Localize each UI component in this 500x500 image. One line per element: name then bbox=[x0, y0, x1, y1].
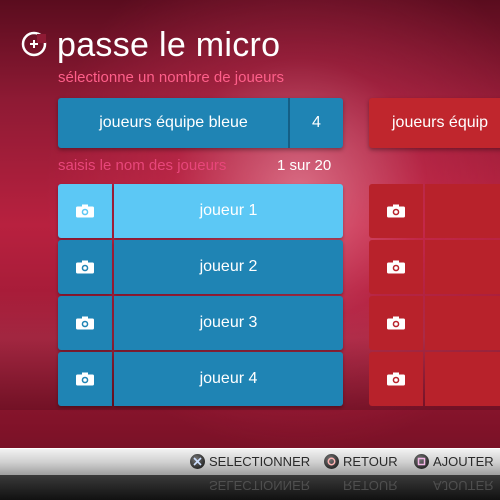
red-player-row-1[interactable] bbox=[369, 184, 500, 238]
select-label-reflection: SELECTIONNER bbox=[209, 478, 311, 493]
circle-button-icon bbox=[324, 454, 339, 469]
player-photo-button[interactable] bbox=[58, 240, 112, 294]
player-photo-button[interactable] bbox=[369, 184, 423, 238]
team-blue-player-count[interactable]: 4 bbox=[290, 98, 343, 148]
red-player-row-4[interactable] bbox=[369, 352, 500, 406]
player-name-field[interactable] bbox=[425, 240, 500, 294]
team-blue-selector[interactable]: joueurs équipe bleue 4 bbox=[58, 98, 343, 148]
player-name-field[interactable] bbox=[425, 184, 500, 238]
camera-icon bbox=[387, 372, 405, 386]
add-label: AJOUTER bbox=[433, 454, 494, 469]
select-prompt[interactable]: SELECTIONNER bbox=[190, 448, 310, 475]
player-photo-button[interactable] bbox=[58, 352, 112, 406]
select-label: SELECTIONNER bbox=[209, 454, 311, 469]
camera-icon bbox=[76, 260, 94, 274]
team-red-selector[interactable]: joueurs équip bbox=[369, 98, 500, 148]
player-photo-button[interactable] bbox=[369, 296, 423, 350]
player-name-field[interactable]: joueur 2 bbox=[114, 240, 343, 294]
back-label: RETOUR bbox=[343, 454, 398, 469]
red-player-row-3[interactable] bbox=[369, 296, 500, 350]
player-entry-counter: 1 sur 20 bbox=[277, 157, 332, 174]
team-red-name: joueurs équip bbox=[392, 114, 489, 131]
player-entry-label: saisis le nom des joueurs bbox=[58, 157, 227, 174]
player-row-4[interactable]: joueur 4 bbox=[58, 352, 343, 406]
player-name-field[interactable]: joueur 1 bbox=[114, 184, 343, 238]
player-photo-button[interactable] bbox=[369, 352, 423, 406]
cross-button-icon bbox=[190, 454, 205, 469]
camera-icon bbox=[387, 204, 405, 218]
camera-icon bbox=[76, 372, 94, 386]
player-row-1[interactable]: joueur 1 bbox=[58, 184, 343, 238]
red-player-row-2[interactable] bbox=[369, 240, 500, 294]
page-subtitle: sélectionne un nombre de joueurs bbox=[58, 69, 284, 86]
page-title: passe le micro bbox=[57, 26, 281, 64]
add-label-reflection: AJOUTER bbox=[433, 478, 494, 493]
camera-icon bbox=[76, 204, 94, 218]
player-name-field[interactable]: joueur 3 bbox=[114, 296, 343, 350]
player-photo-button[interactable] bbox=[58, 184, 112, 238]
player-row-2[interactable]: joueur 2 bbox=[58, 240, 343, 294]
microphone-plus-icon bbox=[21, 31, 47, 57]
back-prompt[interactable]: RETOUR bbox=[324, 448, 398, 475]
camera-icon bbox=[387, 260, 405, 274]
player-name-field[interactable] bbox=[425, 352, 500, 406]
add-prompt[interactable]: AJOUTER bbox=[414, 448, 494, 475]
back-label-reflection: RETOUR bbox=[343, 478, 398, 493]
team-blue-name: joueurs équipe bleue bbox=[99, 114, 248, 131]
player-row-3[interactable]: joueur 3 bbox=[58, 296, 343, 350]
player-name-field[interactable] bbox=[425, 296, 500, 350]
camera-icon bbox=[387, 316, 405, 330]
player-photo-button[interactable] bbox=[369, 240, 423, 294]
camera-icon bbox=[76, 316, 94, 330]
player-name-field[interactable]: joueur 4 bbox=[114, 352, 343, 406]
player-photo-button[interactable] bbox=[58, 296, 112, 350]
square-button-icon bbox=[414, 454, 429, 469]
